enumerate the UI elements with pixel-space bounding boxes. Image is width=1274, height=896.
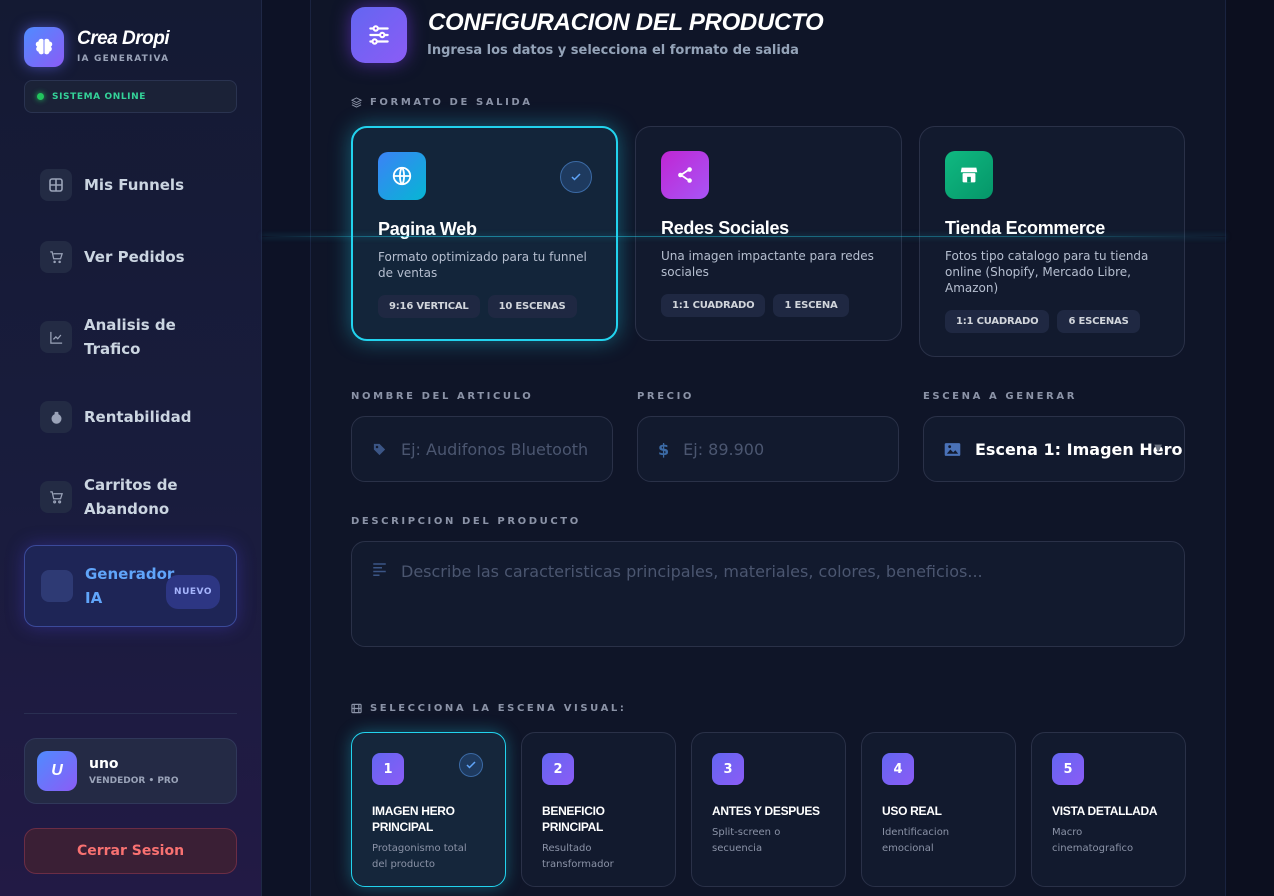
scene-desc: Protagonismo total del producto — [372, 843, 467, 870]
product-name-input[interactable]: Ej: Audifonos Bluetooth — [351, 416, 613, 482]
text-align-icon — [373, 563, 386, 576]
sparkle-icon — [41, 570, 73, 602]
page-title: CONFIGURACION DEL PRODUCTO — [428, 9, 824, 36]
scene-desc: Resultado transformador — [542, 843, 614, 870]
scene-card-5[interactable]: 5 VISTA DETALLADA Macro cinematografico — [1031, 732, 1186, 887]
sidebar-item-traffic[interactable]: Analisis de Trafico — [24, 313, 204, 361]
format-tag: 1:1 CUADRADO — [945, 310, 1050, 333]
format-desc: Fotos tipo catalogo para tu tienda onlin… — [945, 249, 1149, 295]
format-card-web[interactable]: Pagina Web Formato optimizado para tu fu… — [351, 126, 618, 341]
sidebar-item-label: Carritos de Abandono — [84, 476, 178, 518]
dollar-icon: $ — [658, 439, 670, 459]
chart-line-icon — [40, 321, 72, 353]
tag-icon — [373, 443, 386, 455]
user-profile[interactable]: U uno VENDEDOR • PRO — [24, 738, 237, 804]
sidebar-item-profit[interactable]: Rentabilidad — [24, 401, 237, 433]
format-desc: Una imagen impactante para redes sociale… — [661, 249, 874, 279]
logout-button[interactable]: Cerrar Sesion — [24, 828, 237, 874]
scene-title: VISTA DETALLADA — [1052, 804, 1158, 818]
scene-card-3[interactable]: 3 ANTES Y DESPUES Split-screen o secuenc… — [691, 732, 846, 887]
system-status: SISTEMA ONLINE — [24, 80, 237, 113]
scene-title: IMAGEN HERO PRINCIPAL — [372, 804, 455, 834]
sidebar-item-label: Ver Pedidos — [84, 248, 185, 266]
money-bag-icon — [40, 401, 72, 433]
scene-select[interactable]: Escena 1: Imagen Hero ▼ — [923, 416, 1185, 482]
sidebar: Crea Dropi IA GENERATIVA SISTEMA ONLINE … — [0, 0, 262, 896]
scene-number: 3 — [712, 753, 744, 785]
format-tag: 1 ESCENA — [773, 294, 849, 317]
share-icon — [661, 151, 709, 199]
sliders-icon — [351, 7, 407, 63]
sidebar-item-label: Generador IA — [85, 565, 175, 607]
scene-number: 1 — [372, 753, 404, 785]
format-tag: 6 ESCENAS — [1057, 310, 1140, 333]
sidebar-item-label: Analisis de Trafico — [84, 316, 176, 358]
check-icon — [560, 161, 592, 193]
scene-number: 4 — [882, 753, 914, 785]
film-icon — [351, 703, 362, 714]
store-icon — [945, 151, 993, 199]
section-label-format: FORMATO DE SALIDA — [351, 97, 533, 108]
brain-logo-icon — [24, 27, 64, 67]
scene-number: 2 — [542, 753, 574, 785]
scene-card-1[interactable]: 1 IMAGEN HERO PRINCIPAL Protagonismo tot… — [351, 732, 506, 887]
grid-icon — [40, 169, 72, 201]
sidebar-item-ai-generator[interactable]: Generador IA NUEVO — [24, 545, 237, 627]
status-dot-icon — [37, 93, 44, 100]
input-placeholder: Ej: Audifonos Bluetooth — [401, 439, 589, 459]
check-icon — [459, 753, 483, 777]
scene-title: USO REAL — [882, 804, 942, 818]
scan-line — [262, 236, 1226, 237]
scene-number: 5 — [1052, 753, 1084, 785]
layers-icon — [351, 97, 362, 108]
input-placeholder: Ej: 89.900 — [683, 439, 765, 459]
page-subtitle: Ingresa los datos y selecciona el format… — [427, 43, 799, 58]
sidebar-item-funnels[interactable]: Mis Funnels — [24, 169, 237, 201]
scene-card-4[interactable]: 4 USO REAL Identificacion emocional — [861, 732, 1016, 887]
description-textarea[interactable]: Describe las caracteristicas principales… — [351, 541, 1185, 647]
image-icon — [944, 442, 961, 456]
label-price: PRECIO — [637, 391, 695, 402]
brand-subtitle: IA GENERATIVA — [77, 54, 170, 64]
scene-desc: Macro cinematografico — [1052, 827, 1134, 854]
format-card-social[interactable]: Redes Sociales Una imagen impactante par… — [635, 126, 902, 341]
sidebar-divider — [24, 713, 237, 714]
user-role: VENDEDOR • PRO — [89, 776, 179, 786]
scene-desc: Split-screen o secuencia — [712, 827, 781, 854]
textarea-placeholder: Describe las caracteristicas principales… — [401, 562, 983, 581]
scene-title: BENEFICIO PRINCIPAL — [542, 804, 605, 834]
format-desc: Formato optimizado para tu funnel de ven… — [378, 250, 587, 280]
sidebar-item-abandoned-carts[interactable]: Carritos de Abandono — [24, 473, 204, 521]
background-right — [1227, 0, 1274, 896]
format-tag: 10 ESCENAS — [487, 295, 577, 318]
brand-name: Crea Dropi — [77, 28, 170, 49]
scene-desc: Identificacion emocional — [882, 827, 950, 854]
avatar: U — [37, 751, 77, 791]
chevron-down-icon: ▼ — [1154, 443, 1162, 454]
user-name: uno — [89, 756, 119, 772]
format-card-ecommerce[interactable]: Tienda Ecommerce Fotos tipo catalogo par… — [919, 126, 1185, 357]
globe-icon — [378, 152, 426, 200]
scene-card-2[interactable]: 2 BENEFICIO PRINCIPAL Resultado transfor… — [521, 732, 676, 887]
price-input[interactable]: $ Ej: 89.900 — [637, 416, 899, 482]
select-value: Escena 1: Imagen Hero — [975, 439, 1183, 459]
cart-x-icon — [40, 481, 72, 513]
label-description: DESCRIPCION DEL PRODUCTO — [351, 516, 581, 527]
label-name: NOMBRE DEL ARTICULO — [351, 391, 534, 402]
sidebar-item-label: Mis Funnels — [84, 176, 184, 194]
label-scene: ESCENA A GENERAR — [923, 391, 1077, 402]
format-tag: 9:16 VERTICAL — [378, 295, 480, 318]
section-label-scenes: SELECCIONA LA ESCENA VISUAL: — [351, 703, 627, 714]
sidebar-item-label: Rentabilidad — [84, 408, 192, 426]
format-tag: 1:1 CUADRADO — [661, 294, 766, 317]
status-text: SISTEMA ONLINE — [52, 91, 147, 102]
cart-icon — [40, 241, 72, 273]
scene-title: ANTES Y DESPUES — [712, 804, 820, 818]
sidebar-item-orders[interactable]: Ver Pedidos — [24, 241, 237, 273]
new-badge: NUEVO — [166, 575, 220, 609]
background-gap — [262, 0, 310, 896]
